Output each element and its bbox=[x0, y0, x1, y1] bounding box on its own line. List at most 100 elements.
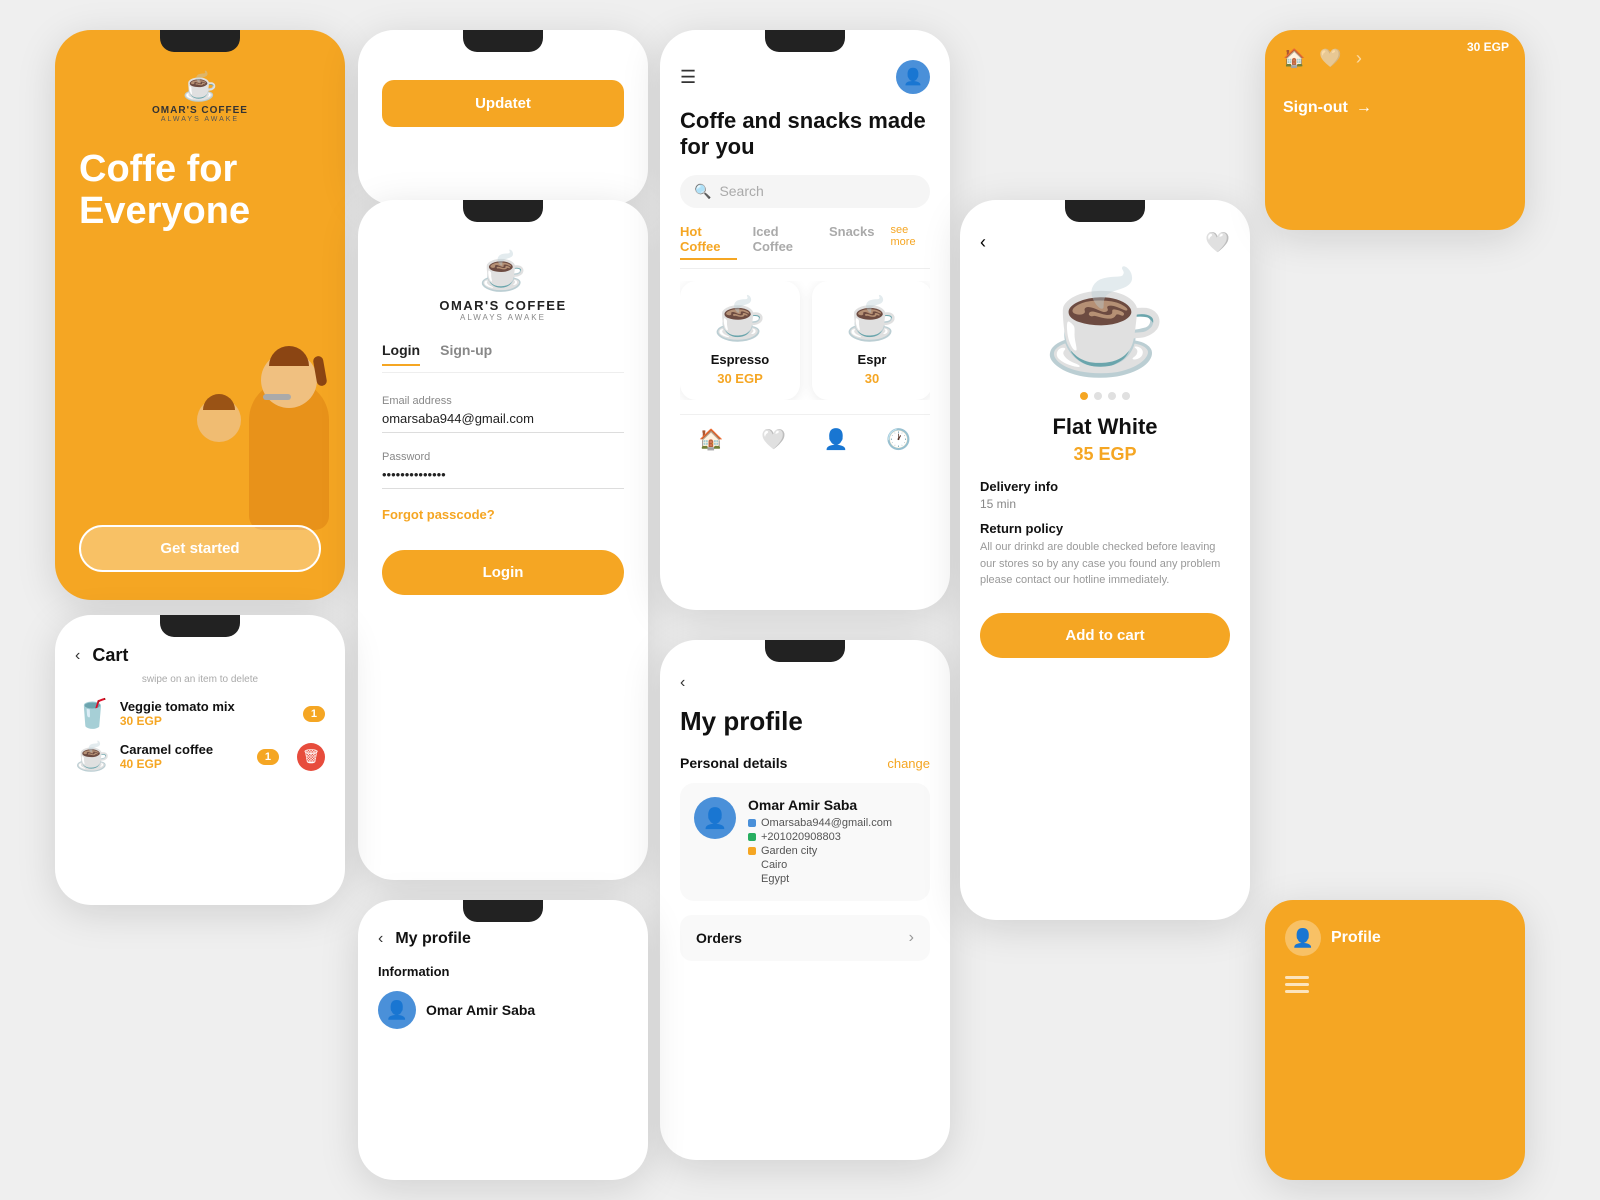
caramel-qty-badge[interactable]: 1 bbox=[257, 749, 279, 765]
return-policy-section: Return policy All our drinkd are double … bbox=[980, 521, 1230, 589]
phone-login: ☕ OMAR'S COFFEE ALWAYS AWAKE Login Sign-… bbox=[358, 200, 648, 880]
nav-home-icon[interactable]: 🏠 bbox=[699, 427, 724, 452]
profile-email-row: Omarsaba944@gmail.com bbox=[748, 817, 892, 829]
orders-label: Orders bbox=[696, 930, 742, 946]
tab-signup[interactable]: Sign-up bbox=[440, 342, 492, 366]
delete-item-button[interactable]: 🗑 bbox=[297, 743, 325, 771]
espr-image: ☕ bbox=[846, 295, 898, 344]
chevron-right-icon: › bbox=[909, 929, 914, 947]
veggie-qty-badge[interactable]: 1 bbox=[303, 706, 325, 722]
phone-product-detail: ‹ 🤍 ☕ Flat White 35 EGP Delivery info 15… bbox=[960, 200, 1250, 920]
profile-card-label: Profile bbox=[1331, 929, 1381, 947]
hamburger-menu-icon[interactable]: ☰ bbox=[680, 67, 696, 88]
profile-country1: Cairo bbox=[761, 859, 787, 871]
login-brand-tagline: ALWAYS AWAKE bbox=[460, 313, 546, 322]
email-dot bbox=[748, 819, 756, 827]
tab-hot-coffee[interactable]: Hot Coffee bbox=[680, 224, 737, 260]
menu-line-2 bbox=[1285, 983, 1309, 986]
phone-dot bbox=[748, 833, 756, 841]
home-tab-icon[interactable]: 🏠 bbox=[1283, 48, 1305, 69]
cart-item-veggie: 🥤 Veggie tomato mix 30 EGP 1 bbox=[75, 697, 325, 730]
price-badge: 30 EGP bbox=[1467, 40, 1509, 54]
see-more-link[interactable]: see more bbox=[891, 224, 931, 260]
my-profile-header: ‹ My profile bbox=[378, 930, 628, 948]
product-card-espr[interactable]: ☕ Espr 30 bbox=[812, 281, 930, 400]
search-bar[interactable]: 🔍 Search bbox=[680, 175, 930, 208]
flat-white-emoji: ☕ bbox=[1043, 265, 1168, 382]
espresso-name: Espresso bbox=[711, 352, 770, 367]
password-value[interactable]: •••••••••••••• bbox=[382, 467, 624, 489]
my-profile-header-title: My profile bbox=[395, 930, 471, 948]
favorites-tab-icon[interactable]: 🤍 bbox=[1319, 48, 1341, 69]
tab-iced-coffee[interactable]: Iced Coffee bbox=[753, 224, 813, 260]
forgot-passcode-link[interactable]: Forgot passcode? bbox=[382, 507, 495, 522]
splash-title: Coffe for Everyone bbox=[79, 149, 321, 233]
phone-splash: ☕ OMAR'S COFFEE ALWAYS AWAKE Coffe for E… bbox=[55, 30, 345, 600]
tab-snacks[interactable]: Snacks bbox=[829, 224, 875, 260]
profile-avatar: 👤 bbox=[694, 797, 736, 839]
profile-page-title: My profile bbox=[680, 706, 930, 737]
detail-header: ‹ 🤍 bbox=[980, 230, 1230, 255]
phone-my-profile-small: ‹ My profile Information 👤 Omar Amir Sab… bbox=[358, 900, 648, 1180]
profile-phone: +201020908803 bbox=[761, 831, 841, 843]
email-value[interactable]: omarsaba944@gmail.com bbox=[382, 411, 624, 433]
detail-back-button[interactable]: ‹ bbox=[980, 232, 986, 253]
home-title: Coffe and snacks made for you bbox=[680, 108, 930, 161]
back-button[interactable]: ‹ bbox=[680, 674, 930, 692]
cart-back-button[interactable]: ‹ bbox=[75, 647, 80, 665]
veggie-item-price: 30 EGP bbox=[120, 714, 293, 728]
signout-row[interactable]: Sign-out → bbox=[1283, 99, 1507, 117]
orders-row[interactable]: Orders › bbox=[680, 915, 930, 961]
mini-profile-avatar: 👤 bbox=[378, 991, 416, 1029]
product-card-espresso[interactable]: ☕ Espresso 30 EGP bbox=[680, 281, 800, 400]
get-started-button[interactable]: Get started bbox=[79, 525, 321, 572]
bottom-nav: 🏠 🤍 👤 🕐 bbox=[680, 414, 930, 460]
brand-name: OMAR'S COFFEE bbox=[152, 105, 248, 116]
email-field-group: Email address omarsaba944@gmail.com bbox=[382, 395, 624, 433]
password-label: Password bbox=[382, 451, 624, 463]
nav-favorites-icon[interactable]: 🤍 bbox=[761, 427, 786, 452]
character-illustration bbox=[55, 380, 345, 530]
phone-signout-card: 30 EGP 🏠 🤍 › Sign-out → bbox=[1265, 30, 1525, 230]
personal-details-label: Personal details bbox=[680, 755, 787, 771]
espr-price: 30 bbox=[865, 371, 879, 386]
product-detail-name: Flat White bbox=[980, 414, 1230, 440]
espresso-price: 30 EGP bbox=[717, 371, 763, 386]
phone-profile-card: 👤 Profile bbox=[1265, 900, 1525, 1180]
login-button[interactable]: Login bbox=[382, 550, 624, 595]
phone-notch bbox=[463, 900, 543, 922]
detail-favorite-icon[interactable]: 🤍 bbox=[1205, 230, 1230, 255]
profile-user-name: Omar Amir Saba bbox=[748, 797, 892, 813]
swipe-hint: swipe on an item to delete bbox=[75, 674, 325, 685]
my-profile-back-button[interactable]: ‹ bbox=[378, 930, 383, 948]
home-header: ☰ 👤 bbox=[680, 60, 930, 94]
coffee-cup-icon: ☕ bbox=[479, 250, 526, 294]
profile-location-row: Garden city bbox=[748, 845, 892, 857]
return-policy-title: Return policy bbox=[980, 521, 1230, 536]
location-dot bbox=[748, 847, 756, 855]
product-detail-image: ☕ bbox=[980, 265, 1230, 382]
personal-details-header: Personal details change bbox=[680, 755, 930, 771]
tab-login[interactable]: Login bbox=[382, 342, 420, 366]
cart-title: Cart bbox=[92, 645, 128, 666]
dot-1 bbox=[1080, 392, 1088, 400]
information-label: Information bbox=[378, 964, 628, 979]
signout-label[interactable]: Sign-out bbox=[1283, 99, 1348, 117]
nav-profile-icon[interactable]: 👤 bbox=[824, 427, 849, 452]
signout-arrow-icon[interactable]: → bbox=[1356, 99, 1372, 117]
return-policy-body: All our drinkd are double checked before… bbox=[980, 539, 1230, 589]
caramel-item-price: 40 EGP bbox=[120, 757, 247, 771]
nav-history-icon[interactable]: 🕐 bbox=[886, 427, 911, 452]
profile-phone-row: +201020908803 bbox=[748, 831, 892, 843]
dot-3 bbox=[1108, 392, 1116, 400]
coffee-cup-icon: ☕ bbox=[183, 70, 218, 103]
arrow-tab-icon[interactable]: › bbox=[1356, 48, 1362, 69]
espr-name: Espr bbox=[858, 352, 887, 367]
profile-bottom-row: 👤 Profile bbox=[1285, 920, 1505, 956]
user-avatar[interactable]: 👤 bbox=[896, 60, 930, 94]
add-to-cart-button[interactable]: Add to cart bbox=[980, 613, 1230, 658]
change-link[interactable]: change bbox=[887, 756, 930, 771]
phone-notch bbox=[463, 30, 543, 52]
delivery-info-title: Delivery info bbox=[980, 479, 1230, 494]
update-button[interactable]: Updatet bbox=[382, 80, 624, 127]
